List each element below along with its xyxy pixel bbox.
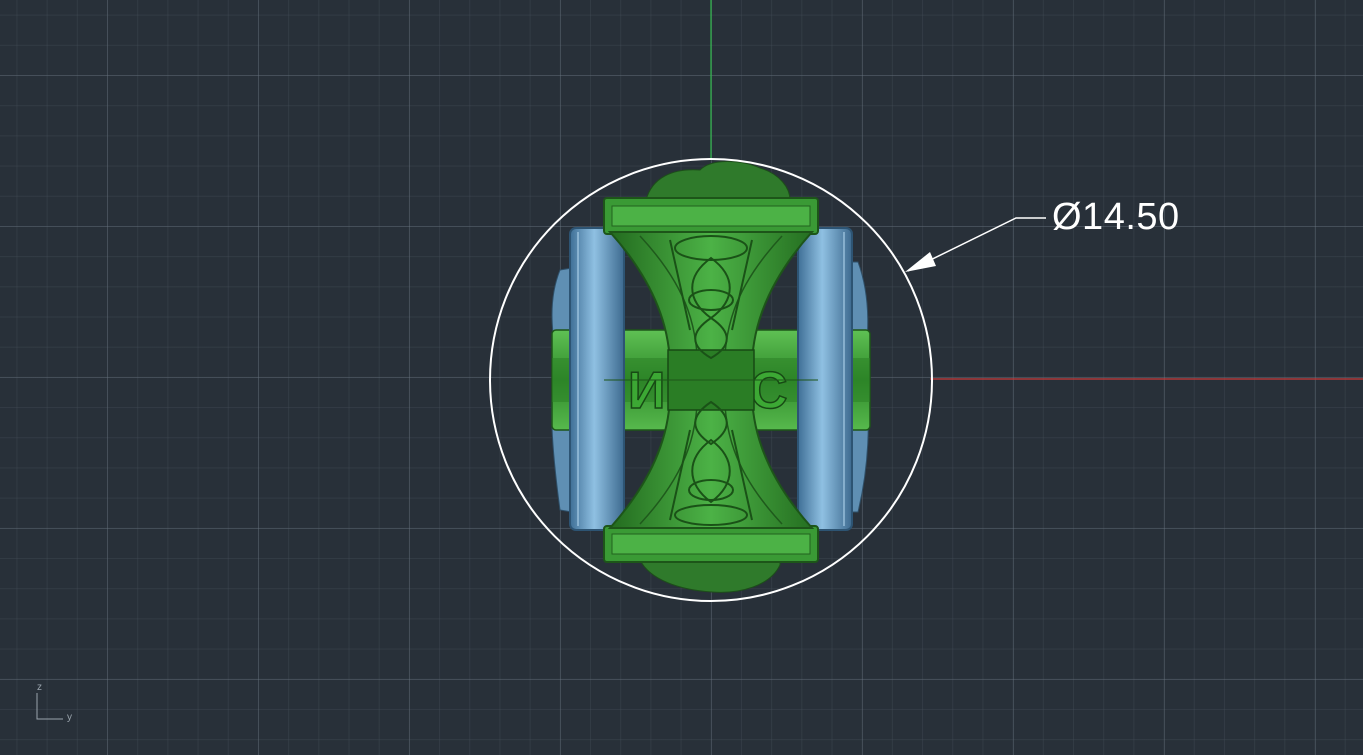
center-body: [603, 197, 819, 563]
dimension-leader[interactable]: [905, 217, 1046, 272]
ucs-z-label: z: [37, 682, 42, 693]
ucs-icon: [36, 693, 63, 720]
diameter-dimension-text[interactable]: Ø14.50: [1052, 196, 1180, 239]
model-canvas: И С: [36, 0, 1363, 720]
engraving-left: И: [628, 362, 665, 420]
ucs-y-label: y: [67, 712, 72, 723]
left-ring: [569, 227, 625, 531]
engraving-right: С: [750, 362, 788, 420]
right-ring: [797, 227, 853, 531]
